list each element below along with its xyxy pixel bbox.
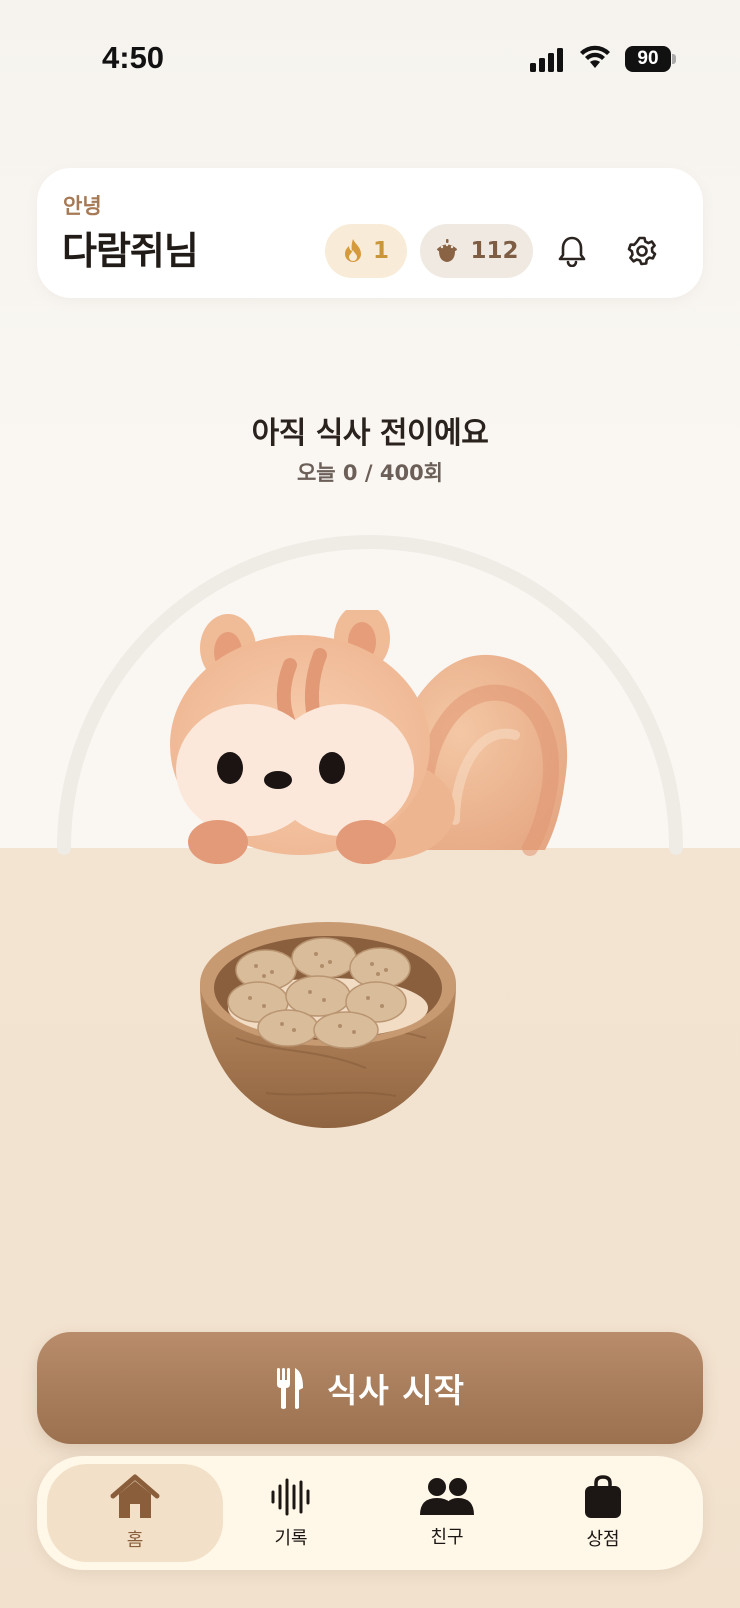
meal-count-label: 오늘 0 / 400회 xyxy=(296,461,443,485)
tab-home[interactable]: 홈 xyxy=(47,1464,223,1562)
bottom-tab-bar: 홈 기록 친구 상점 xyxy=(37,1456,703,1570)
status-bar: 4:50 90 xyxy=(0,0,740,120)
tab-home-label: 홈 xyxy=(126,1530,144,1551)
waveform-icon xyxy=(271,1478,310,1516)
tab-friends-label: 친구 xyxy=(430,1527,464,1548)
tab-record[interactable]: 기록 xyxy=(203,1464,379,1562)
notification-button[interactable] xyxy=(547,226,597,276)
start-meal-button[interactable]: 식사 시작 xyxy=(37,1332,703,1444)
wifi-icon xyxy=(580,45,610,68)
people-icon xyxy=(420,1478,474,1515)
cellular-signal-icon xyxy=(530,48,563,72)
battery-nub xyxy=(672,54,676,64)
header-card: 안녕 다람쥐님 1 112 xyxy=(37,168,703,298)
tab-shop[interactable]: 상점 xyxy=(515,1464,691,1562)
gear-icon xyxy=(627,236,657,266)
start-meal-label: 식사 시작 xyxy=(327,1371,465,1410)
acorn-balance[interactable]: 112 xyxy=(420,224,533,278)
flame-icon xyxy=(344,239,361,262)
meal-status-title: 아직 식사 전이에요 xyxy=(251,416,489,451)
streak-count: 1 xyxy=(372,238,389,264)
home-icon xyxy=(110,1474,160,1518)
tab-shop-label: 상점 xyxy=(586,1529,620,1550)
bell-icon xyxy=(558,236,586,267)
battery-indicator: 90 xyxy=(625,46,671,72)
acorn-bowl xyxy=(200,922,456,1128)
greeting-text: 안녕 xyxy=(63,194,102,218)
status-time: 4:50 xyxy=(102,40,165,75)
tab-friends[interactable]: 친구 xyxy=(359,1464,535,1562)
user-name: 다람쥐님 xyxy=(62,229,199,273)
squirrel-mascot xyxy=(170,610,568,864)
settings-button[interactable] xyxy=(617,226,667,276)
fork-knife-icon xyxy=(277,1368,304,1409)
streak-badge[interactable]: 1 xyxy=(325,224,407,278)
acorn-count: 112 xyxy=(470,238,519,264)
shopping-bag-icon xyxy=(585,1475,621,1518)
tab-record-label: 기록 xyxy=(274,1528,308,1549)
acorn-icon xyxy=(437,239,458,262)
